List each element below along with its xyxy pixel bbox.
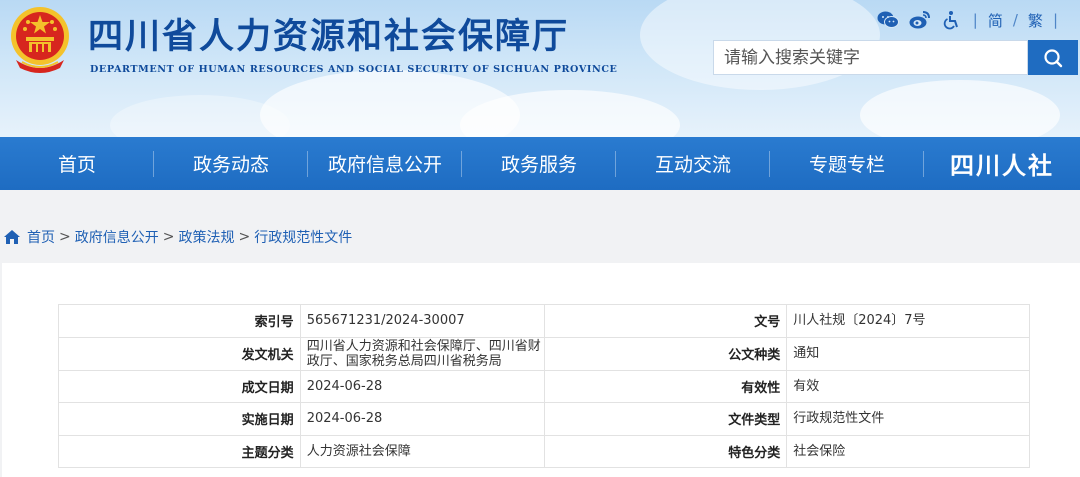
label-subject-category: 主题分类	[58, 434, 301, 469]
label-document-number: 文号	[543, 304, 788, 338]
national-emblem-icon	[11, 7, 69, 73]
table-row: 实施日期 2024-06-28 文件类型 行政规范性文件	[58, 402, 1030, 436]
main-nav: 首页 政务动态 政府信息公开 政务服务 互动交流 专题专栏 四川人社	[0, 137, 1080, 190]
breadcrumb-home[interactable]: 首页	[27, 227, 55, 247]
wechat-icon[interactable]	[877, 9, 899, 31]
table-row: 发文机关 四川省人力资源和社会保障厅、四川省财政厅、国家税务总局四川省税务局 公…	[58, 336, 1030, 371]
table-row: 成文日期 2024-06-28 有效性 有效	[58, 369, 1030, 404]
breadcrumb-separator: >	[162, 229, 175, 245]
decorative-cloud	[860, 80, 1060, 137]
value-validity: 有效	[786, 369, 1030, 404]
value-special-category: 社会保险	[786, 434, 1030, 469]
nav-item-news[interactable]: 政务动态	[154, 137, 308, 190]
value-written-date: 2024-06-28	[299, 369, 545, 404]
nav-item-info-disclosure[interactable]: 政府信息公开	[308, 137, 462, 190]
label-file-type: 文件类型	[543, 402, 788, 436]
search-bar	[713, 40, 1078, 75]
value-effective-date: 2024-06-28	[299, 402, 545, 436]
document-metadata-table: 索引号 565671231/2024-30007 文号 川人社规〔2024〕7号…	[58, 304, 1030, 469]
content-panel: 索引号 565671231/2024-30007 文号 川人社规〔2024〕7号…	[2, 263, 1080, 477]
nav-item-home[interactable]: 首页	[0, 137, 154, 190]
breadcrumb-separator: >	[59, 229, 71, 245]
label-special-category: 特色分类	[543, 434, 788, 469]
value-index-number: 565671231/2024-30007	[299, 304, 545, 338]
value-document-category: 通知	[786, 336, 1030, 371]
weibo-icon[interactable]	[909, 9, 931, 31]
sichuan-hrss-logo[interactable]: 四川人社	[924, 137, 1080, 190]
breadcrumb: 首页 > 政府信息公开 > 政策法规 > 行政规范性文件	[0, 226, 352, 248]
breadcrumb-policies[interactable]: 政策法规	[178, 227, 234, 247]
label-document-category: 公文种类	[543, 336, 788, 371]
label-validity: 有效性	[543, 369, 788, 404]
lang-divider: /	[1012, 11, 1018, 29]
table-row: 主题分类 人力资源社会保障 特色分类 社会保险	[58, 434, 1030, 469]
breadcrumb-info-disclosure[interactable]: 政府信息公开	[75, 227, 159, 247]
nav-item-topics[interactable]: 专题专栏	[770, 137, 924, 190]
breadcrumb-separator: >	[238, 229, 251, 245]
nav-item-services[interactable]: 政务服务	[462, 137, 616, 190]
traditional-chinese-link[interactable]: 繁	[1028, 10, 1043, 31]
search-input[interactable]	[713, 40, 1028, 75]
table-row: 索引号 565671231/2024-30007 文号 川人社规〔2024〕7号	[58, 304, 1030, 338]
site-title: 四川省人力资源和社会保障厅	[88, 16, 570, 57]
site-subtitle: DEPARTMENT OF HUMAN RESOURCES AND SOCIAL…	[90, 64, 618, 75]
label-issuing-authority: 发文机关	[58, 336, 301, 371]
label-index-number: 索引号	[58, 304, 301, 338]
accessibility-icon[interactable]	[941, 9, 963, 31]
search-icon	[1044, 48, 1063, 67]
value-document-number: 川人社规〔2024〕7号	[786, 304, 1030, 338]
nav-item-interaction[interactable]: 互动交流	[616, 137, 770, 190]
label-written-date: 成文日期	[58, 369, 301, 404]
home-icon	[4, 230, 20, 244]
decorative-cloud	[110, 95, 290, 137]
tools-divider: |	[972, 11, 978, 29]
site-header: 四川省人力资源和社会保障厅 DEPARTMENT OF HUMAN RESOUR…	[0, 0, 1080, 137]
tools-divider-end: |	[1052, 11, 1058, 29]
label-effective-date: 实施日期	[58, 402, 301, 436]
simplified-chinese-link[interactable]: 简	[988, 10, 1003, 31]
value-issuing-authority: 四川省人力资源和社会保障厅、四川省财政厅、国家税务总局四川省税务局	[299, 336, 545, 371]
value-subject-category: 人力资源社会保障	[299, 434, 545, 469]
breadcrumb-normative-documents[interactable]: 行政规范性文件	[254, 227, 352, 247]
search-button[interactable]	[1028, 40, 1078, 75]
header-tools: | 简 / 繁 |	[877, 8, 1058, 32]
value-file-type: 行政规范性文件	[786, 402, 1030, 436]
